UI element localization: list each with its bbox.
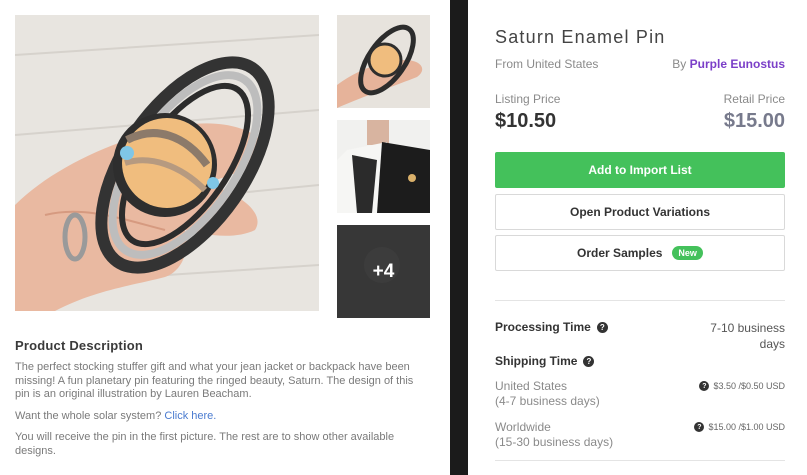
open-product-variations-button[interactable]: Open Product Variations xyxy=(495,194,785,230)
product-description: The perfect stocking stuffer gift and wh… xyxy=(15,361,425,466)
listing-price: $10.50 xyxy=(495,110,557,132)
processing-time-value: 7-10 business days xyxy=(710,321,785,351)
question-circle-icon[interactable]: ? xyxy=(694,422,705,432)
shipping-destination-name: Worldwide xyxy=(495,420,551,434)
product-details-panel: Saturn Enamel Pin From United States By … xyxy=(468,0,807,475)
vendor-link[interactable]: Purple Eunostus xyxy=(690,57,785,71)
shipping-destination: United States (4-7 business days) xyxy=(495,379,600,409)
shipping-destination-time: (15-30 business days) xyxy=(495,435,614,449)
shipping-destination: Worldwide (15-30 business days) xyxy=(495,420,613,450)
solar-system-link[interactable]: Click here. xyxy=(164,410,216,422)
shipping-price: ? $3.50 /$0.50 USD xyxy=(699,381,785,391)
question-circle-icon[interactable]: ? xyxy=(699,381,710,391)
question-circle-icon[interactable]: ? xyxy=(583,355,595,367)
thumbnail-more[interactable]: +4 xyxy=(337,225,430,318)
product-description-title: Product Description xyxy=(15,338,144,353)
processing-time-text: Processing Time xyxy=(495,320,591,334)
listing-price-label: Listing Price xyxy=(495,92,561,106)
order-samples-label: Order Samples xyxy=(577,246,663,260)
description-paragraph: The perfect stocking stuffer gift and wh… xyxy=(15,361,414,400)
divider xyxy=(495,460,785,461)
processing-time-label: Processing Time ? xyxy=(495,320,608,334)
shipping-time-label: Shipping Time ? xyxy=(495,354,595,368)
more-images-count: +4 xyxy=(337,225,430,318)
vendor-info: By Purple Eunostus xyxy=(672,57,785,71)
main-product-image[interactable] xyxy=(15,15,319,311)
description-text: Want the whole solar system? xyxy=(15,409,162,422)
vendor-prefix: By xyxy=(672,57,687,71)
product-title: Saturn Enamel Pin xyxy=(495,27,666,47)
jacket-pin-thumb-image xyxy=(337,120,430,213)
thumbnail-1[interactable] xyxy=(337,15,430,108)
shipping-time-text: Shipping Time xyxy=(495,354,578,368)
saturn-pin-photo xyxy=(15,15,319,311)
shipping-destination-name: United States xyxy=(495,379,568,393)
question-circle-icon[interactable]: ? xyxy=(596,321,608,333)
shipping-price-value: $3.50 /$0.50 USD xyxy=(713,381,785,391)
add-to-import-list-button[interactable]: Add to Import List xyxy=(495,152,785,188)
description-paragraph: Want the whole solar system? Click here. xyxy=(15,410,425,424)
thumbnail-2[interactable] xyxy=(337,120,430,213)
retail-price: $15.00 xyxy=(723,110,785,132)
background-overlay xyxy=(450,0,468,475)
shipping-destination-time: (4-7 business days) xyxy=(495,394,600,408)
product-gallery-panel: +4 Product Description The perfect stock… xyxy=(0,0,450,475)
divider xyxy=(495,300,785,301)
new-badge: New xyxy=(672,246,703,260)
saturn-thumb-image xyxy=(337,15,430,108)
product-origin: From United States xyxy=(495,57,599,71)
shipping-price-value: $15.00 /$1.00 USD xyxy=(708,422,785,432)
shipping-price: ? $15.00 /$1.00 USD xyxy=(694,422,785,432)
retail-price-label: Retail Price xyxy=(723,92,785,106)
description-paragraph: You will receive the pin in the first pi… xyxy=(15,431,395,457)
order-samples-button[interactable]: Order Samples New xyxy=(495,235,785,271)
